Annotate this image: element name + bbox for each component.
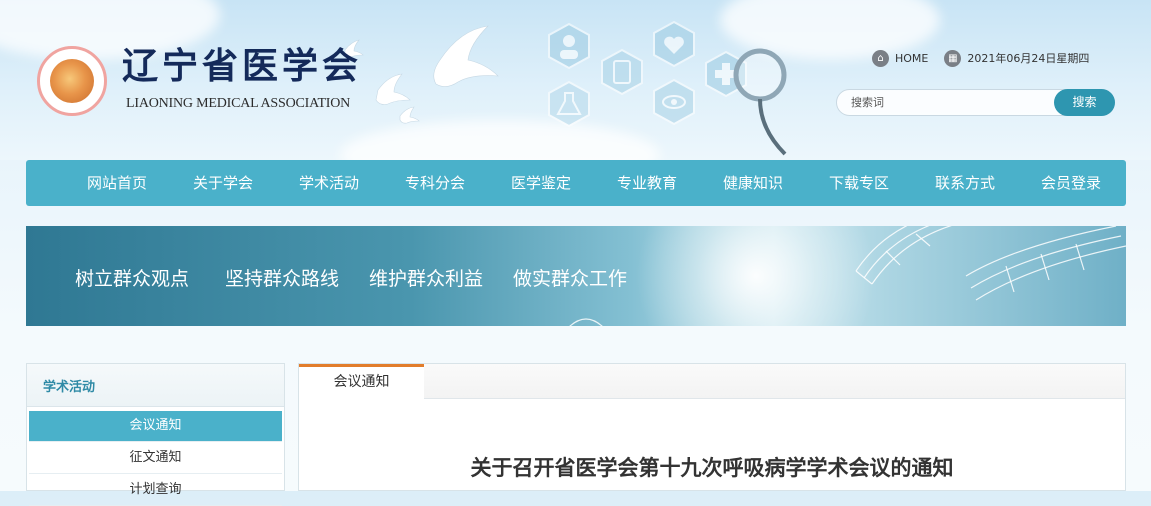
flask-hex-icon — [548, 80, 590, 128]
search-button[interactable]: 搜索 — [1054, 89, 1115, 116]
sidebar-title-bar: 学术活动 — [27, 364, 284, 407]
stethoscope-icon — [733, 48, 787, 156]
nav-item-home[interactable]: 网站首页 — [87, 160, 147, 206]
slogan-text: 做实群众工作 — [513, 268, 628, 290]
slogan-text: 坚持群众路线 — [225, 268, 340, 290]
tab-meeting-notice[interactable]: 会议通知 — [299, 364, 424, 399]
site-logo-text[interactable]: 辽宁省医学会 — [122, 46, 362, 86]
main-content: 会议通知 关于召开省医学会第十九次呼吸病学学术会议的通知 — [298, 363, 1126, 491]
current-date: 2021年06月24日星期四 — [967, 52, 1090, 65]
site-logo-english: LIAONING MEDICAL ASSOCIATION — [126, 96, 351, 111]
heart-hex-icon — [653, 20, 695, 68]
wireframe-hand-illustration — [855, 226, 1126, 301]
nav-item-contact[interactable]: 联系方式 — [935, 160, 995, 206]
slogan-banner: 树立群众观点 坚持群众路线 维护群众利益 做实群众工作 — [26, 226, 1126, 326]
search-input[interactable] — [851, 90, 1051, 115]
nav-item-about[interactable]: 关于学会 — [193, 160, 253, 206]
sidebar: 学术活动 会议通知 征文通知 计划查询 — [26, 363, 285, 506]
nav-item-academic[interactable]: 学术活动 — [299, 160, 359, 206]
nav-item-login[interactable]: 会员登录 — [1041, 160, 1101, 206]
clipboard-hex-icon — [601, 48, 643, 96]
content-tab-bar: 会议通知 — [299, 364, 1125, 399]
top-links: ⌂ HOME ▦ 2021年06月24日星期四 — [872, 48, 1089, 68]
association-seal-icon[interactable] — [37, 46, 107, 116]
nav-item-downloads[interactable]: 下载专区 — [829, 160, 889, 206]
home-link[interactable]: HOME — [895, 52, 928, 65]
slogan-text: 维护群众利益 — [369, 268, 484, 290]
nav-item-appraisal[interactable]: 医学鉴定 — [511, 160, 571, 206]
nav-item-health[interactable]: 健康知识 — [723, 160, 783, 206]
sidebar-item-meeting-notice[interactable]: 会议通知 — [29, 411, 282, 442]
site-header: 辽宁省医学会 LIAONING MEDICAL ASSOCIATION ⌂ HO… — [0, 0, 1151, 160]
user-hex-icon — [548, 22, 590, 70]
sidebar-title: 学术活动 — [43, 380, 96, 395]
eye-hex-icon — [653, 78, 695, 126]
sidebar-item-call-for-papers[interactable]: 征文通知 — [29, 443, 282, 474]
wireframe-fingertip — [569, 318, 603, 326]
main-nav: 网站首页 关于学会 学术活动 专科分会 医学鉴定 专业教育 健康知识 下载专区 … — [26, 160, 1126, 206]
nav-item-education[interactable]: 专业教育 — [617, 160, 677, 206]
seal-inner — [50, 59, 94, 103]
search-bar: 搜索 — [836, 89, 1115, 116]
calendar-icon: ▦ — [944, 49, 962, 67]
slogan-text: 树立群众观点 — [75, 268, 190, 290]
nav-item-branches[interactable]: 专科分会 — [405, 160, 465, 206]
home-icon[interactable]: ⌂ — [872, 49, 889, 67]
article-title: 关于召开省医学会第十九次呼吸病学学术会议的通知 — [470, 456, 954, 480]
dove-illustration — [344, 25, 499, 124]
